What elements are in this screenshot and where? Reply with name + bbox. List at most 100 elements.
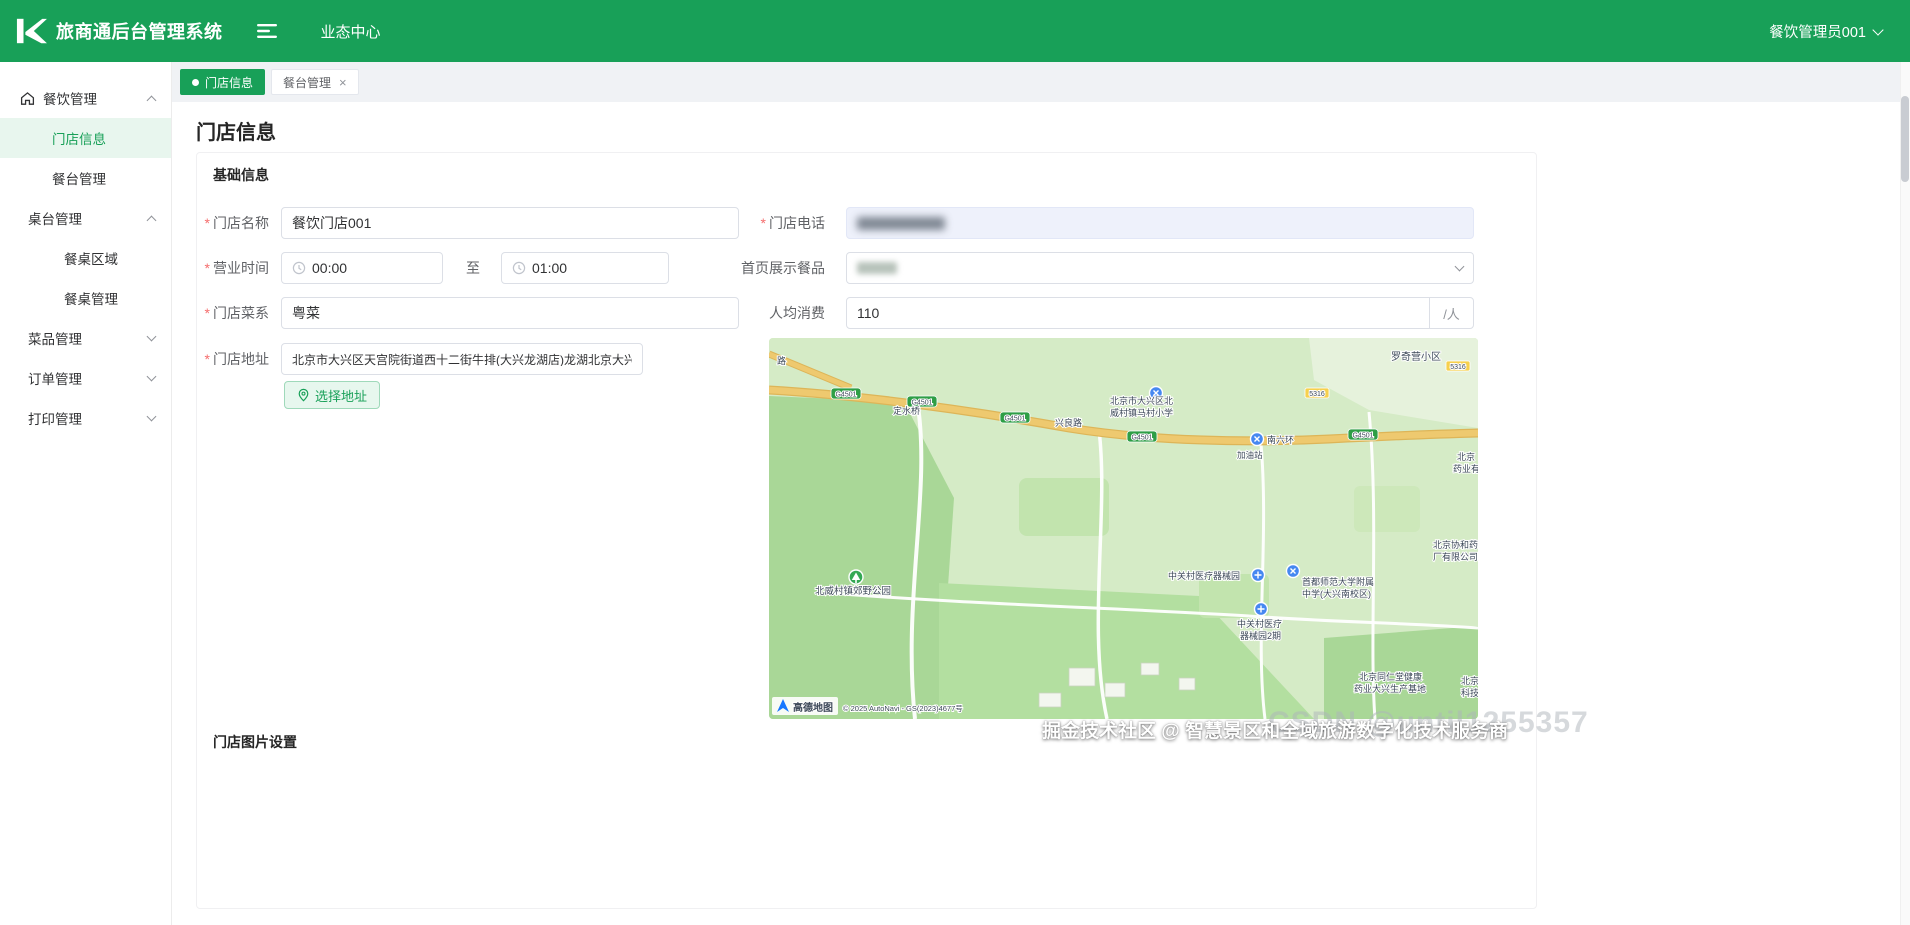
map-label: 中学(大兴南校区) [1302, 588, 1371, 599]
sidebar-item-label: 订单管理 [28, 372, 82, 387]
sidebar-collapse-icon[interactable] [256, 23, 277, 39]
route-badge: 5316 [1309, 391, 1325, 398]
sidebar-item-dish-mgmt[interactable]: 菜品管理 [0, 318, 171, 358]
redacted-dish-value [857, 262, 897, 274]
sidebar-item-label: 菜品管理 [28, 332, 82, 347]
chevron-down-icon [1454, 261, 1465, 272]
scrollbar-track [1900, 62, 1910, 925]
map-label: 器械园2期 [1240, 630, 1281, 641]
sidebar-item-label: 餐桌管理 [64, 292, 118, 307]
store-name-input[interactable] [281, 207, 739, 239]
basic-info-section-title: 基础信息 [213, 167, 269, 183]
restaurant-icon [20, 91, 35, 106]
map-green-patch [1019, 478, 1109, 536]
hours-end-input[interactable] [501, 252, 669, 284]
interchange-poi-icon [1249, 431, 1265, 447]
map-label: 北京市大兴区北 [1110, 395, 1173, 406]
sidebar-item-order-mgmt[interactable]: 订单管理 [0, 358, 171, 398]
map-label: 北京 [1457, 451, 1475, 462]
avg-spend-input[interactable]: /人 [846, 297, 1474, 329]
main-content: 门店信息 基础信息 *门店名称 *门店电话 *营业时间 [172, 102, 1910, 925]
tab-table-service[interactable]: 餐台管理 × [271, 69, 359, 95]
avg-spend-unit: /人 [1429, 298, 1473, 328]
map-label: 首都师范大学附属 [1302, 576, 1374, 587]
close-icon[interactable]: × [339, 76, 347, 89]
scrollbar-thumb[interactable] [1901, 96, 1909, 182]
community-watermark: 掘金技术社区 @ 智慧景区和全域旅游数字化技术服务商 [1042, 721, 1509, 742]
sidebar-item-catering-mgmt[interactable]: 餐饮管理 [0, 78, 171, 118]
images-section-title: 门店图片设置 [213, 734, 297, 750]
hospital-poi-icon [1250, 567, 1266, 583]
active-dot-icon [192, 78, 199, 86]
top-bar: 旅商通后台管理系统 业态中心 餐饮管理员001 [0, 0, 1910, 62]
choose-address-button[interactable]: 选择地址 [284, 381, 381, 409]
map-label: 北京同仁堂健康 [1359, 671, 1422, 682]
map-label: 罗奇营小区 [1391, 350, 1441, 363]
road-badge: G4501 [1131, 435, 1152, 442]
required-mark: * [204, 351, 210, 367]
sidebar-item-label: 打印管理 [28, 412, 82, 427]
nav-business-center[interactable]: 业态中心 [321, 21, 381, 42]
chevron-down-icon [146, 411, 157, 422]
map-label: 中关村医疗器械园 [1168, 570, 1240, 581]
map-label: 药业大兴生产基地 [1354, 683, 1426, 694]
store-location-map[interactable]: G4501 G4501 G4501 G4501 G4501 5316 5316 [769, 338, 1478, 719]
clock-icon [292, 261, 306, 275]
tab-label: 餐台管理 [283, 75, 332, 90]
address-input[interactable] [281, 343, 643, 375]
map-label: 加油站 [1237, 450, 1263, 460]
featured-dish-select[interactable] [846, 252, 1474, 284]
chevron-up-icon [146, 95, 157, 105]
hospital-poi-icon [1253, 601, 1269, 617]
map-label: 定水桥 [893, 405, 920, 416]
sidebar-item-store-info[interactable]: 门店信息 [0, 118, 171, 158]
map-label: 中关村医疗 [1237, 618, 1282, 629]
sidebar-item-label: 门店信息 [52, 132, 106, 147]
store-phone-input[interactable] [846, 207, 1474, 239]
map-label: 路 [777, 355, 786, 366]
sidebar: 餐饮管理 门店信息 餐台管理 桌台管理 餐桌区域 餐桌管理 菜品管理 订单管理 … [0, 62, 172, 925]
sidebar-item-table-area[interactable]: 餐桌区域 [0, 238, 171, 278]
tab-label: 门店信息 [205, 75, 254, 90]
map-label: 药业有 [1453, 463, 1478, 474]
user-menu[interactable]: 餐饮管理员001 [1769, 21, 1884, 42]
app-title: 旅商通后台管理系统 [56, 22, 223, 42]
featured-dish-label: 首页展示餐品 [741, 260, 825, 276]
map-label: 威村镇马村小学 [1110, 407, 1173, 418]
map-label: 厂有限公司 [1433, 551, 1478, 562]
redacted-phone-value [857, 216, 945, 230]
map-pin-icon [297, 388, 310, 402]
page-title: 门店信息 [196, 122, 276, 144]
chevron-down-icon [146, 371, 157, 382]
map-green-patch [1354, 486, 1420, 532]
road-badge: G4501 [1004, 416, 1025, 423]
sidebar-item-label: 餐饮管理 [43, 92, 97, 107]
sidebar-item-label: 餐桌区域 [64, 252, 118, 267]
sidebar-item-print-mgmt[interactable]: 打印管理 [0, 398, 171, 438]
sidebar-item-table-service-mgmt[interactable]: 餐台管理 [0, 158, 171, 198]
tab-bar: 门店信息 餐台管理 × [172, 62, 1910, 102]
map-copyright: © 2025 AutoNavi - GS(2023)4677号 [843, 704, 963, 713]
cuisine-label: * 门店菜系 [204, 305, 269, 321]
chevron-down-icon [146, 331, 157, 342]
store-phone-label: * 门店电话 [760, 215, 825, 231]
sidebar-item-table-mgmt[interactable]: 餐桌管理 [0, 278, 171, 318]
hours-start-input[interactable] [281, 252, 443, 284]
sidebar-item-desk-mgmt[interactable]: 桌台管理 [0, 198, 171, 238]
store-name-label: * 门店名称 [204, 215, 269, 231]
amap-logo-text: 高德地图 [793, 701, 833, 714]
cuisine-input[interactable] [281, 297, 739, 329]
chevron-up-icon [146, 215, 157, 225]
school-poi-icon [1285, 563, 1301, 579]
app-window: 旅商通后台管理系统 业态中心 餐饮管理员001 餐饮管理 门店信息 餐台管理 桌… [0, 0, 1910, 925]
required-mark: * [760, 215, 766, 231]
map-label: 北京 [1461, 675, 1478, 686]
clock-icon [512, 261, 526, 275]
map-label: 科技 [1461, 687, 1478, 698]
hours-to-label: 至 [466, 260, 480, 276]
tab-store-info[interactable]: 门店信息 [180, 69, 266, 95]
map-label: 南六环 [1267, 434, 1294, 445]
address-label: * 门店地址 [204, 351, 269, 367]
road-badge: G4501 [835, 392, 856, 399]
map-canvas: G4501 G4501 G4501 G4501 G4501 5316 5316 [769, 338, 1478, 719]
